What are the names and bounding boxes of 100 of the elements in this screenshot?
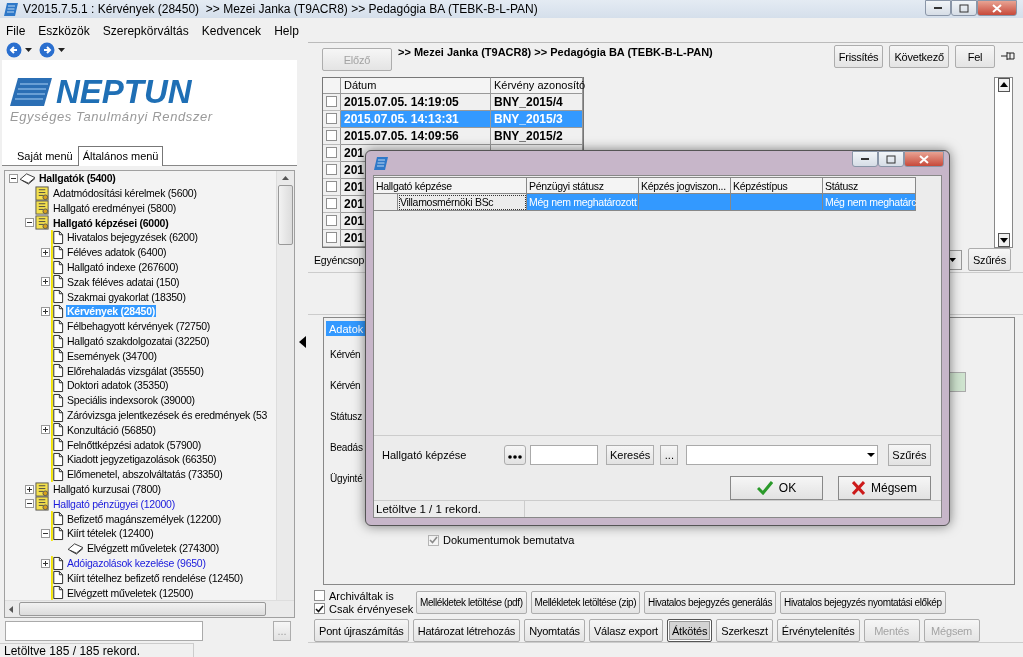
- tree-item[interactable]: Speciális indexsorok (39000): [66, 394, 196, 407]
- toolbar-button[interactable]: Következő: [889, 45, 949, 68]
- tree-item[interactable]: Félbehagyott kérvények (72750): [66, 320, 212, 333]
- pin-icon[interactable]: [1001, 51, 1015, 61]
- toolbar-button[interactable]: Fel: [955, 45, 995, 68]
- tree-item[interactable]: Hivatalos bejegyzések (6200): [66, 231, 199, 244]
- minimize-button[interactable]: [852, 151, 878, 167]
- tree-item[interactable]: Doktori adatok (35350): [66, 379, 170, 392]
- tree-item[interactable]: Elvégzett műveletek (12500): [66, 586, 195, 599]
- tree-item[interactable]: Elvégzett műveletek (274300): [86, 542, 220, 555]
- tree-item[interactable]: Záróvizsga jelentkezések és eredmények (53: [66, 409, 269, 422]
- tree-item[interactable]: Hallgató képzései (6000): [52, 216, 170, 229]
- action-button[interactable]: Mellékletek letöltése (zip): [530, 590, 641, 614]
- menu-item[interactable]: Help: [274, 23, 299, 38]
- tree-item[interactable]: Adatmódosítási kérelmek (5600): [52, 187, 198, 200]
- arrow-left-icon[interactable]: [9, 605, 13, 613]
- scrollbar[interactable]: [994, 76, 1013, 248]
- action-button[interactable]: Átkötés: [666, 619, 713, 643]
- scrollbar-thumb[interactable]: [19, 602, 266, 616]
- caret-icon[interactable]: [58, 47, 65, 52]
- menu-tab[interactable]: Általános menü: [77, 145, 164, 166]
- expand-icon[interactable]: [41, 558, 50, 568]
- tree-item[interactable]: Hallgató szakdolgozatai (32250): [66, 335, 211, 348]
- column-header[interactable]: Képzés jogviszon...: [639, 177, 731, 194]
- tree-item[interactable]: Előmenetel, abszolváltatás (73350): [66, 468, 224, 481]
- checkbox[interactable]: [326, 96, 337, 108]
- action-button[interactable]: Szerkeszt: [716, 619, 773, 643]
- tree-item[interactable]: Konzultáció (56850): [66, 423, 157, 436]
- close-button[interactable]: [977, 0, 1017, 16]
- checkbox[interactable]: [326, 130, 337, 142]
- close-button[interactable]: [904, 151, 944, 167]
- more-button[interactable]: [504, 445, 526, 465]
- filter-button[interactable]: Szűrés: [888, 444, 931, 466]
- ok-button[interactable]: OK: [730, 476, 823, 500]
- expand-icon[interactable]: [41, 306, 50, 316]
- column-header[interactable]: Képzéstípus: [731, 177, 823, 194]
- tree-item[interactable]: Kiírt tételhez befizető rendelése (12450): [66, 571, 244, 584]
- minimize-button[interactable]: [925, 0, 951, 16]
- caret-icon[interactable]: [25, 47, 32, 52]
- collapse-icon[interactable]: [9, 173, 18, 183]
- checkbox[interactable]: [326, 164, 337, 176]
- tree-item[interactable]: Féléves adatok (6400): [66, 246, 168, 259]
- tree-item[interactable]: Kiadott jegyzetigazolások (66350): [66, 453, 218, 466]
- column-header[interactable]: Dátum: [341, 76, 491, 94]
- action-button[interactable]: Nyomtatás: [524, 619, 585, 643]
- tree-item[interactable]: Adóigazolások kezelése (9650): [66, 557, 207, 569]
- tree-item[interactable]: Hallgató pénzügyei (12000): [52, 497, 176, 510]
- checkbox[interactable]: [326, 181, 337, 193]
- tree-item[interactable]: Szakmai gyakorlat (18350): [66, 290, 187, 303]
- tree-item[interactable]: Kiírt tételek (12400): [66, 527, 155, 540]
- table-cell[interactable]: Villamosmérnöki BSc: [398, 194, 527, 211]
- action-button[interactable]: Hivatalos bejegyzés generálás: [644, 590, 777, 614]
- checkbox[interactable]: [326, 215, 337, 227]
- column-header[interactable]: Kérvény azonosító: [491, 76, 583, 94]
- tree-item[interactable]: Hallgatók (5400): [38, 172, 117, 185]
- collapse-icon[interactable]: [41, 528, 50, 538]
- checkbox[interactable]: [326, 232, 337, 244]
- toolbar-button[interactable]: Frissítés: [833, 45, 884, 68]
- filter-button[interactable]: Szűrés: [967, 248, 1011, 272]
- search-field[interactable]: [5, 621, 203, 641]
- tree-item[interactable]: Befizető magánszemélyek (12200): [66, 512, 222, 525]
- search-field[interactable]: [530, 445, 598, 465]
- tree-item[interactable]: Hallgató kurzusai (7800): [52, 483, 162, 496]
- checkbox[interactable]: [326, 113, 337, 125]
- table-cell[interactable]: [731, 194, 823, 211]
- forward-icon[interactable]: [39, 41, 55, 58]
- collapse-icon[interactable]: [25, 499, 34, 509]
- tree-item[interactable]: Előrehaladás vizsgálat (35550): [66, 364, 205, 377]
- column-header[interactable]: Pénzügyi státusz: [527, 177, 639, 194]
- expand-icon[interactable]: [41, 425, 50, 435]
- expand-icon[interactable]: [41, 247, 50, 257]
- action-button[interactable]: Hivatalos bejegyzés nyomtatási előkép: [780, 590, 946, 614]
- menu-item[interactable]: Szerepkörváltás: [102, 23, 189, 38]
- collapse-icon[interactable]: [25, 218, 34, 228]
- tree-item[interactable]: Hallgató eredményei (5800): [52, 201, 178, 214]
- column-header[interactable]: Hallgató képzése: [374, 177, 527, 194]
- expand-icon[interactable]: [25, 484, 34, 494]
- tree-item[interactable]: Hallgató indexe (267600): [66, 261, 180, 274]
- scrollbar-thumb[interactable]: [278, 184, 293, 245]
- expand-icon[interactable]: [41, 277, 50, 287]
- action-button[interactable]: Érvénytelenítés: [776, 619, 860, 643]
- checkbox[interactable]: [314, 603, 325, 615]
- browse-button[interactable]: ...: [660, 445, 679, 465]
- table-cell[interactable]: [639, 194, 731, 211]
- checkbox[interactable]: [314, 590, 325, 602]
- menu-item[interactable]: Kedvencek: [201, 23, 262, 38]
- back-icon[interactable]: [6, 41, 22, 58]
- checkbox[interactable]: [326, 147, 337, 159]
- action-button[interactable]: Mellékletek letöltése (pdf): [416, 590, 527, 614]
- checkbox[interactable]: [326, 198, 337, 210]
- input-field[interactable]: [950, 372, 966, 392]
- tree-item[interactable]: Események (34700): [66, 349, 158, 362]
- menu-item[interactable]: File: [6, 23, 26, 38]
- menu-item[interactable]: Eszközök: [38, 23, 90, 38]
- action-button[interactable]: Válasz export: [588, 619, 663, 643]
- tree-item[interactable]: Felnőttképzési adatok (57900): [66, 438, 202, 451]
- column-header[interactable]: Státusz: [823, 177, 916, 194]
- tree-item[interactable]: Szak féléves adatai (150): [66, 275, 181, 288]
- arrow-up-icon[interactable]: [997, 77, 1010, 92]
- action-button[interactable]: Határozat létrehozás: [412, 619, 521, 643]
